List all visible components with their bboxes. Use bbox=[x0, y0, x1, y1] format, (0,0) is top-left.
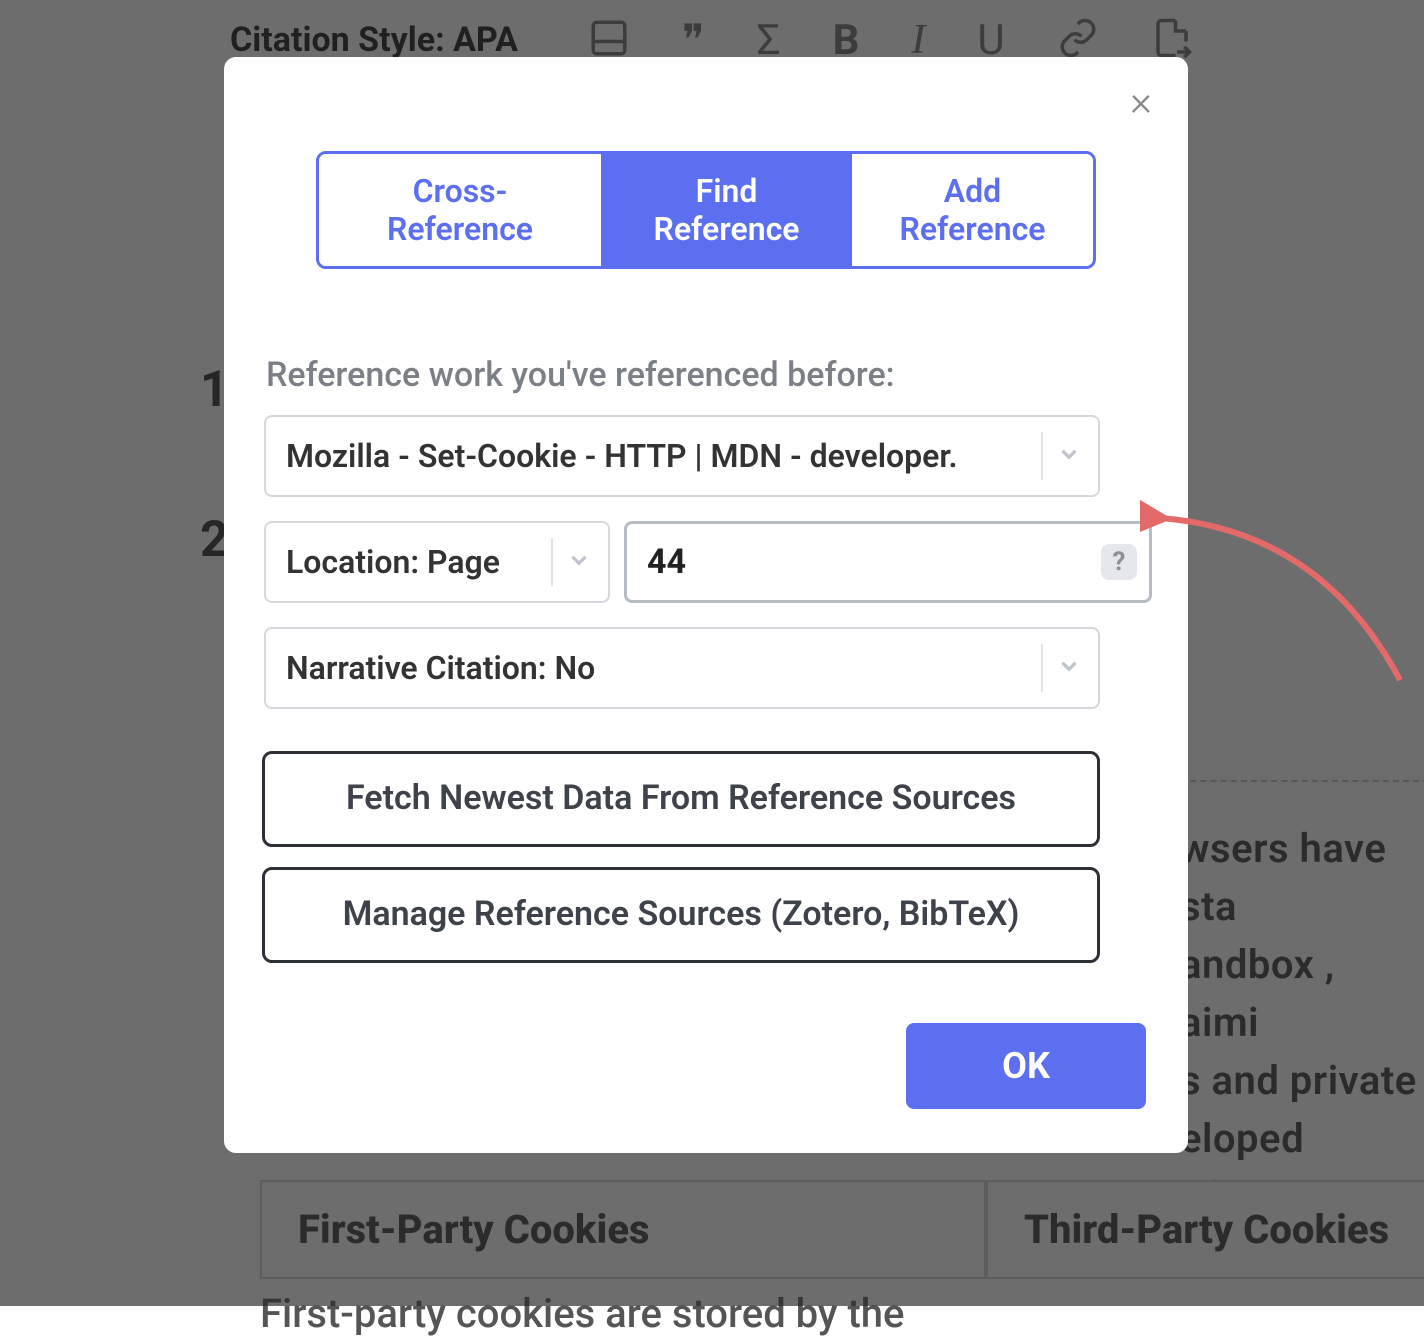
ok-button[interactable]: OK bbox=[906, 1023, 1146, 1109]
narrative-citation-select[interactable]: Narrative Citation: No bbox=[264, 627, 1100, 709]
chevron-down-icon bbox=[1056, 649, 1082, 687]
reference-work-select[interactable]: Mozilla - Set-Cookie - HTTP | MDN - deve… bbox=[264, 415, 1100, 497]
chevron-down-icon bbox=[1056, 437, 1082, 475]
reference-work-value: Mozilla - Set-Cookie - HTTP | MDN - deve… bbox=[286, 437, 958, 475]
location-value-input[interactable]: 44 ? bbox=[624, 521, 1152, 603]
tab-find-reference[interactable]: Find Reference bbox=[601, 154, 849, 266]
location-type-value: Location: Page bbox=[286, 543, 500, 581]
tab-cross-reference[interactable]: Cross-Reference bbox=[319, 154, 601, 266]
reference-modal: × Cross-Reference Find Reference Add Ref… bbox=[224, 57, 1188, 1153]
section-label: Reference work you've referenced before: bbox=[266, 355, 1152, 395]
chevron-down-icon bbox=[566, 543, 592, 581]
location-type-select[interactable]: Location: Page bbox=[264, 521, 610, 603]
location-value: 44 bbox=[647, 542, 686, 582]
narrative-citation-value: Narrative Citation: No bbox=[286, 649, 595, 687]
close-icon[interactable]: × bbox=[1130, 81, 1152, 123]
reference-tabs: Cross-Reference Find Reference Add Refer… bbox=[316, 151, 1096, 269]
tab-add-reference[interactable]: Add Reference bbox=[849, 154, 1093, 266]
help-icon[interactable]: ? bbox=[1101, 544, 1137, 580]
manage-sources-button[interactable]: Manage Reference Sources (Zotero, BibTeX… bbox=[262, 867, 1100, 963]
fetch-data-button[interactable]: Fetch Newest Data From Reference Sources bbox=[262, 751, 1100, 847]
